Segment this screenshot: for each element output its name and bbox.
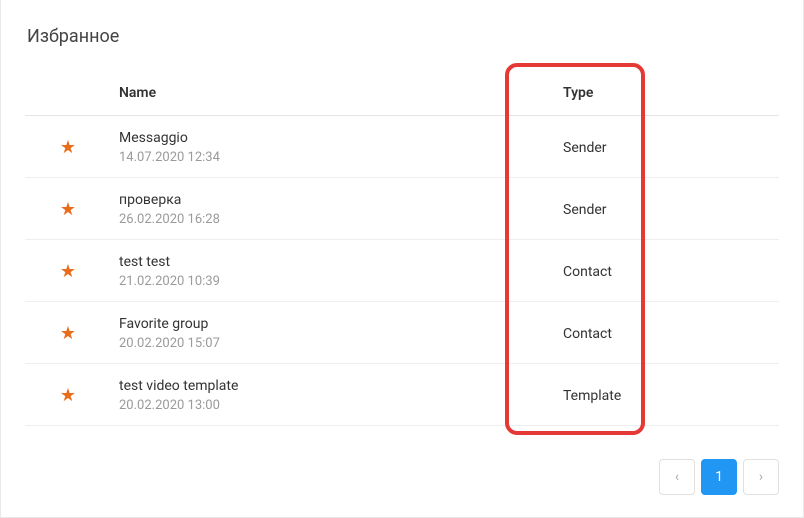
row-name: Messaggio: [119, 130, 511, 146]
star-icon[interactable]: ★: [60, 201, 76, 219]
row-name: test video template: [119, 378, 511, 394]
star-icon[interactable]: ★: [60, 139, 76, 157]
pagination-page-1[interactable]: 1: [701, 459, 737, 495]
row-name: проверка: [119, 192, 511, 208]
table-row[interactable]: ★ test test 21.02.2020 10:39 Contact: [25, 240, 779, 302]
row-date: 14.07.2020 12:34: [119, 150, 511, 165]
row-type: Sender: [563, 202, 607, 218]
col-header-name[interactable]: Name: [111, 71, 519, 116]
table-row[interactable]: ★ test video template 20.02.2020 13:00 T…: [25, 364, 779, 426]
row-type: Sender: [563, 140, 607, 156]
table-row[interactable]: ★ Favorite group 20.02.2020 15:07 Contac…: [25, 302, 779, 364]
row-date: 20.02.2020 15:07: [119, 336, 511, 351]
row-type: Contact: [563, 326, 612, 342]
row-date: 20.02.2020 13:00: [119, 398, 511, 413]
table-row[interactable]: ★ проверка 26.02.2020 16:28 Sender: [25, 178, 779, 240]
star-icon[interactable]: ★: [60, 263, 76, 281]
star-icon[interactable]: ★: [60, 387, 76, 405]
pagination: ‹ 1 ›: [659, 459, 779, 495]
col-header-star: [25, 71, 111, 116]
pagination-prev[interactable]: ‹: [659, 459, 695, 495]
table-wrap: Name Type ★ Messaggio 14.07.2020 12:34 S…: [25, 71, 779, 426]
row-type: Template: [563, 388, 621, 404]
favorites-card: Избранное Name Type ★ Messaggio: [0, 0, 804, 518]
row-name: Favorite group: [119, 316, 511, 332]
row-date: 21.02.2020 10:39: [119, 274, 511, 289]
favorites-table: Name Type ★ Messaggio 14.07.2020 12:34 S…: [25, 71, 779, 426]
col-header-type[interactable]: Type: [519, 71, 779, 116]
row-date: 26.02.2020 16:28: [119, 212, 511, 227]
star-icon[interactable]: ★: [60, 325, 76, 343]
table-row[interactable]: ★ Messaggio 14.07.2020 12:34 Sender: [25, 116, 779, 178]
row-name: test test: [119, 254, 511, 270]
page-title: Избранное: [27, 26, 779, 47]
pagination-next[interactable]: ›: [743, 459, 779, 495]
row-type: Contact: [563, 264, 612, 280]
